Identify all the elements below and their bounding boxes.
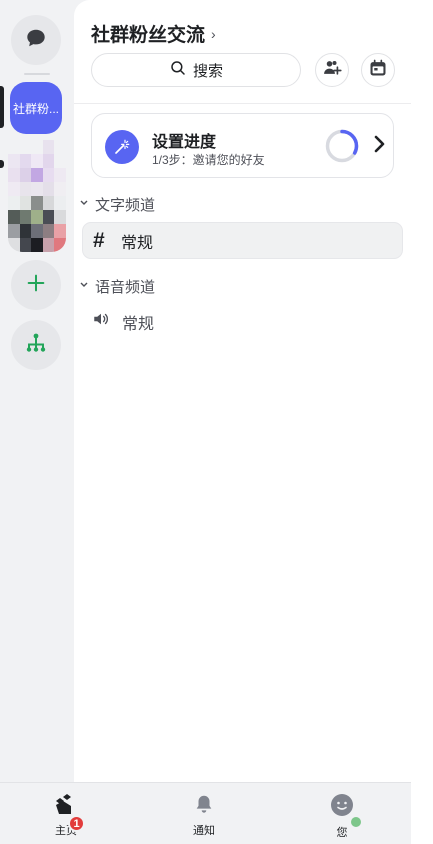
chat-bubble-icon bbox=[25, 27, 47, 54]
progress-ring bbox=[325, 129, 359, 163]
hierarchy-icon bbox=[24, 331, 48, 360]
channel-voice-general[interactable]: 常规 bbox=[82, 303, 403, 340]
tab-notifications-label: 通知 bbox=[193, 825, 215, 837]
wand-icon bbox=[105, 130, 139, 164]
setup-progress-card[interactable]: 设置进度 1/3步：邀请您的好友 bbox=[91, 113, 394, 178]
search-button[interactable]: 搜索 bbox=[91, 53, 301, 87]
tab-home[interactable]: 1 主页 bbox=[26, 793, 106, 838]
discover-button[interactable] bbox=[11, 320, 61, 370]
direct-messages-button[interactable] bbox=[11, 15, 61, 65]
setup-progress-subtitle: 1/3步：邀请您的好友 bbox=[152, 153, 265, 167]
category-text-channels[interactable]: 文字频道 bbox=[79, 194, 155, 215]
channel-panel: 社群粉丝交流 › 搜索 设置进度 1/3步：邀请您的好友 文字频道 # 常规 语… bbox=[74, 0, 411, 782]
unread-indicator bbox=[0, 160, 4, 168]
add-member-icon bbox=[322, 58, 342, 83]
search-icon bbox=[169, 59, 187, 81]
server-rail: 社群粉... bbox=[0, 0, 74, 782]
chevron-right-icon: › bbox=[211, 25, 216, 42]
server-icon-active[interactable]: 社群粉... bbox=[10, 82, 62, 134]
right-edge bbox=[411, 0, 433, 844]
rail-separator bbox=[24, 73, 50, 75]
chevron-down-icon bbox=[79, 198, 89, 211]
category-label: 语音频道 bbox=[95, 279, 156, 296]
tab-notifications[interactable]: 通知 bbox=[164, 793, 244, 838]
server-name: 社群粉丝交流 bbox=[91, 25, 206, 46]
channel-name: 常规 bbox=[121, 234, 154, 252]
server-icon-label: 社群粉... bbox=[12, 101, 59, 116]
server-icon-blurred[interactable] bbox=[8, 140, 66, 252]
notification-badge: 1 bbox=[68, 815, 85, 832]
chevron-right-icon bbox=[373, 134, 387, 159]
server-name-header[interactable]: 社群粉丝交流 › bbox=[91, 20, 216, 47]
setup-progress-title: 设置进度 bbox=[152, 134, 217, 151]
header-divider bbox=[74, 103, 411, 104]
active-server-indicator bbox=[0, 86, 4, 128]
channel-text-general[interactable]: # 常规 bbox=[82, 222, 403, 259]
chevron-down-icon bbox=[79, 280, 89, 293]
category-label: 文字频道 bbox=[95, 197, 156, 214]
search-label: 搜索 bbox=[192, 62, 223, 80]
events-button[interactable] bbox=[361, 53, 395, 87]
bottom-nav: 1 主页 通知 您 bbox=[0, 782, 411, 844]
online-status-indicator bbox=[349, 815, 363, 829]
hashtag-icon: # bbox=[93, 228, 105, 252]
tab-you-label: 您 bbox=[336, 827, 348, 839]
category-voice-channels[interactable]: 语音频道 bbox=[79, 276, 155, 297]
tab-you[interactable]: 您 bbox=[302, 793, 382, 840]
calendar-icon bbox=[368, 58, 388, 83]
invite-members-button[interactable] bbox=[315, 53, 349, 87]
add-server-button[interactable] bbox=[11, 260, 61, 310]
speaker-icon bbox=[92, 310, 110, 333]
plus-icon bbox=[25, 272, 47, 299]
bell-icon bbox=[193, 793, 215, 818]
channel-name: 常规 bbox=[122, 315, 155, 333]
